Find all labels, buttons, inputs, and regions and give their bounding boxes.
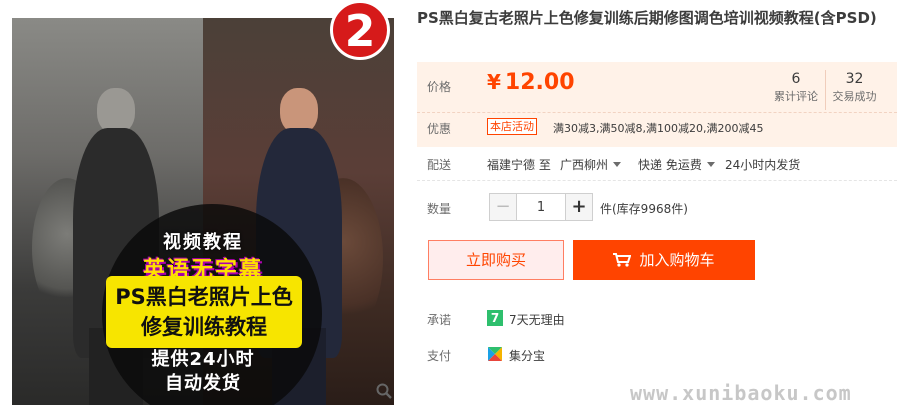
shipping-label: 配送 xyxy=(427,158,452,172)
quantity-decrease-button[interactable]: − xyxy=(490,194,516,220)
product-main-image[interactable]: 视频教程 英语无字幕 PS黑白老照片上色 修复训练教程 提供24小时 自动发货 xyxy=(12,18,394,405)
deals-stat[interactable]: 32 交易成功 xyxy=(825,70,883,110)
shipping-divider xyxy=(417,180,897,181)
payment-label: 支付 xyxy=(427,349,452,363)
deals-count: 32 xyxy=(845,71,864,87)
buy-now-button[interactable]: 立即购买 xyxy=(428,240,564,280)
quantity-input[interactable] xyxy=(516,194,566,220)
ship-to-selector[interactable]: 广西柳州 xyxy=(560,156,622,173)
price-amount: 12.00 xyxy=(504,70,575,95)
promotion-text: 满30减3,满50减8,满100减20,满200减45 xyxy=(553,122,764,135)
price-value: ¥12.00 xyxy=(487,70,575,95)
zoom-icon[interactable] xyxy=(376,383,392,399)
number-badge: 2 xyxy=(330,0,390,60)
watermark: www.xunibaoku.com xyxy=(630,381,852,405)
store-promotion-tag: 本店活动 xyxy=(487,118,537,135)
payment-text: 集分宝 xyxy=(509,349,546,363)
shipping-method-selector[interactable]: 快递 免运费 xyxy=(638,156,715,173)
promise-row: 承诺 7 7天无理由 xyxy=(417,309,897,329)
ship-from: 福建宁德 至 xyxy=(487,158,551,172)
chevron-down-icon xyxy=(613,162,622,167)
product-title: PS黑白复古老照片上色修复训练后期修图调色培训视频教程(含PSD) xyxy=(417,9,877,27)
promise-label: 承诺 xyxy=(427,313,452,327)
promo-auto-delivery: 自动发货 xyxy=(165,373,241,394)
promo-headline: PS黑白老照片上色 xyxy=(115,285,293,309)
add-to-cart-label: 加入购物车 xyxy=(639,251,715,269)
reviews-count: 6 xyxy=(791,71,801,87)
promo-video-tutorial: 视频教程 xyxy=(163,232,243,253)
deals-label: 交易成功 xyxy=(832,90,877,103)
payment-row: 支付 集分宝 xyxy=(417,345,897,365)
promo-24h: 提供24小时 xyxy=(151,349,255,370)
currency-symbol: ¥ xyxy=(487,70,501,94)
chevron-down-icon xyxy=(706,162,715,167)
price-panel: 价格 ¥12.00 6 累计评论 32 交易成功 优惠 本店活动 满30减3,满… xyxy=(417,62,897,147)
price-promo-divider xyxy=(417,112,897,113)
reviews-stat[interactable]: 6 累计评论 xyxy=(767,70,825,110)
quantity-label: 数量 xyxy=(427,202,452,216)
price-label: 价格 xyxy=(427,80,452,94)
promo-subheadline: 修复训练教程 xyxy=(141,315,267,339)
jifenbao-icon xyxy=(488,347,502,361)
shipping-row: 配送 福建宁德 至 广西柳州 快递 免运费 24小时内发货 xyxy=(417,155,897,175)
stock-info: 件(库存9968件) xyxy=(600,202,688,216)
quantity-increase-button[interactable]: + xyxy=(566,194,592,220)
sales-stats: 6 累计评论 32 交易成功 xyxy=(767,70,883,110)
shopping-cart-icon xyxy=(613,253,632,267)
quantity-row: 数量 − + 件(库存9968件) xyxy=(417,193,897,221)
ship-to-text: 广西柳州 xyxy=(560,158,609,172)
promise-text[interactable]: 7天无理由 xyxy=(509,311,565,328)
reviews-label: 累计评论 xyxy=(774,90,818,103)
seven-day-return-icon: 7 xyxy=(487,310,503,326)
add-to-cart-button[interactable]: 加入购物车 xyxy=(573,240,755,280)
quantity-stepper: − + xyxy=(489,193,593,221)
promotion-label: 优惠 xyxy=(427,122,452,136)
shipping-time: 24小时内发货 xyxy=(725,158,801,172)
shipping-method-text: 快递 免运费 xyxy=(638,158,702,172)
